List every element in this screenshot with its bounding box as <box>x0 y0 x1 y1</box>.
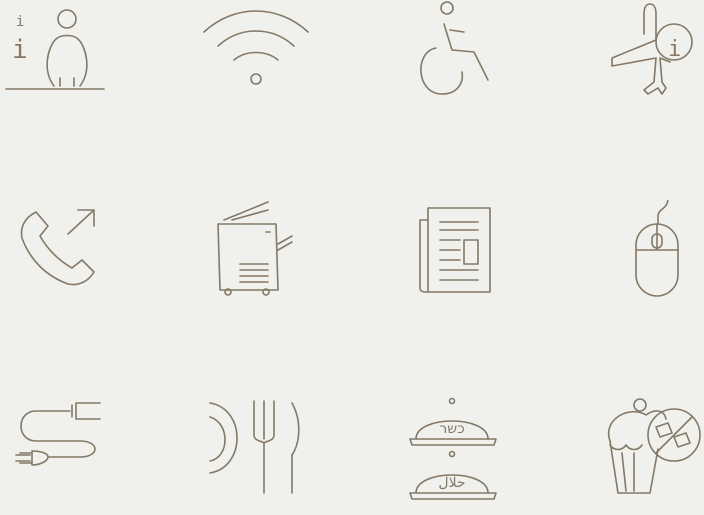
sugar-free-dessert-icon <box>588 395 704 515</box>
newspaper-icon <box>392 200 512 320</box>
wheelchair-accessible-icon <box>392 0 512 120</box>
information-desk-icon: i i <box>0 0 120 120</box>
photocopier-icon <box>196 200 316 320</box>
halal-label: حلال <box>438 475 465 491</box>
computer-mouse-icon <box>588 200 704 320</box>
kosher-label: כשר <box>439 421 464 437</box>
kosher-halal-meal-icon: כשר حلال <box>392 395 512 515</box>
phone-outgoing-call-icon <box>0 200 120 320</box>
icon-grid: i i i כשר حلال <box>0 0 704 504</box>
info-glyph-large: i <box>12 35 28 65</box>
power-plug-icon <box>0 395 120 515</box>
wifi-icon <box>196 0 316 120</box>
restaurant-icon <box>196 395 316 515</box>
flight-information-icon: i <box>588 0 704 120</box>
flight-info-glyph: i <box>668 37 681 62</box>
info-glyph: i <box>16 14 24 30</box>
